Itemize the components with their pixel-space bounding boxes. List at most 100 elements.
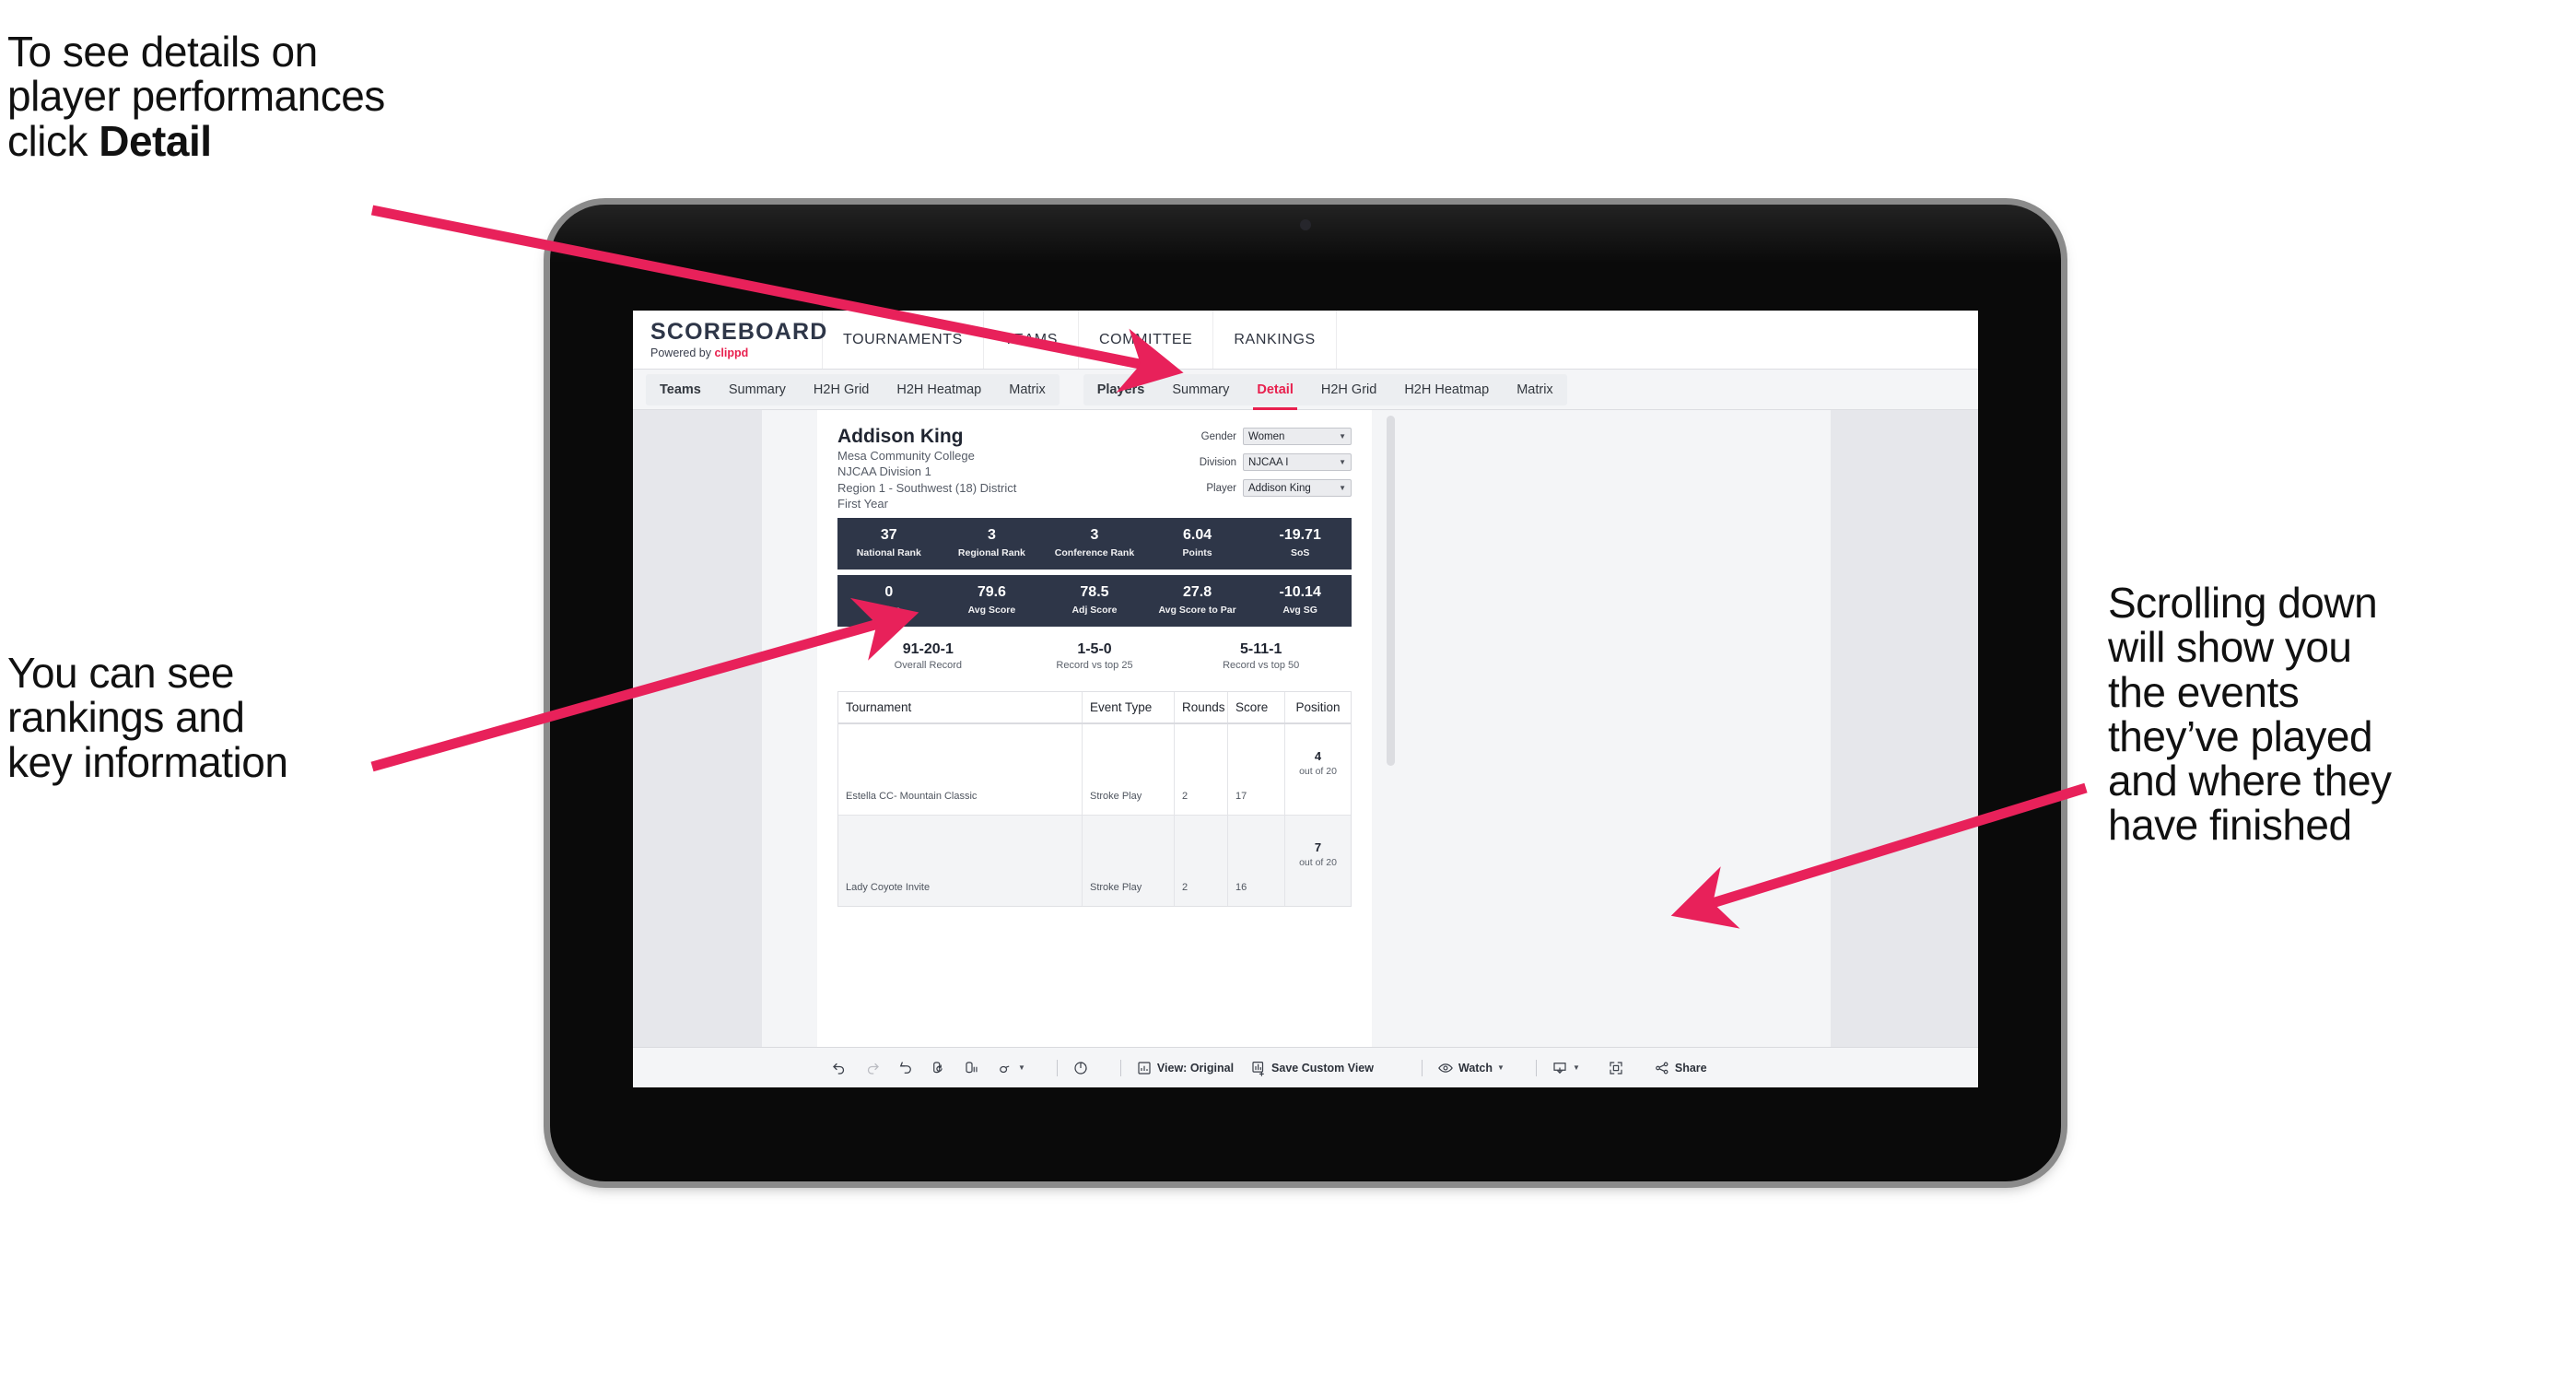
- undo-button[interactable]: [831, 1060, 848, 1076]
- topnav-item-tournaments[interactable]: TOURNAMENTS: [823, 311, 984, 369]
- division-select[interactable]: NJCAA I ▼: [1243, 453, 1352, 471]
- toolbar-divider: [1421, 1059, 1423, 1076]
- record-label: Record vs top 50: [1223, 660, 1300, 672]
- stat-label: Points: [1182, 547, 1212, 559]
- player-select[interactable]: Addison King ▼: [1243, 479, 1352, 497]
- refresh-data-button[interactable]: [931, 1060, 947, 1076]
- redo-button[interactable]: [864, 1060, 881, 1076]
- player-header: Addison King Mesa Community College NJCA…: [837, 425, 1352, 511]
- table-header-row: Tournament Event Type Rounds Score Posit…: [838, 692, 1351, 725]
- pause-data-button[interactable]: [964, 1060, 980, 1076]
- column-header-tournament[interactable]: Tournament: [838, 692, 1083, 723]
- division-select-value: NJCAA I: [1248, 456, 1289, 468]
- callout-detail-line3-pre: click: [7, 116, 100, 165]
- revert-button[interactable]: [897, 1060, 914, 1076]
- stat-avg-score: 79.6 Avg Score: [941, 584, 1044, 617]
- subnav-item-teams-summary[interactable]: Summary: [715, 374, 800, 405]
- callout-scroll-line2: will show you: [2108, 623, 2352, 672]
- player-college: Mesa Community College: [837, 449, 975, 464]
- subnav-item-teams[interactable]: Teams: [646, 374, 715, 405]
- save-custom-view-label: Save Custom View: [1271, 1061, 1374, 1075]
- record-value: 1-5-0: [1077, 640, 1112, 657]
- stat-label: Regional Rank: [957, 547, 1025, 559]
- pan-tool-button[interactable]: ▼: [997, 1060, 1025, 1076]
- share-button[interactable]: Share: [1654, 1060, 1707, 1076]
- subnav-item-teams-matrix[interactable]: Matrix: [995, 374, 1059, 405]
- stat-value: 0: [884, 584, 894, 601]
- subnav-item-teams-h2h-heatmap[interactable]: H2H Heatmap: [883, 374, 995, 405]
- record-value: 91-20-1: [902, 640, 954, 657]
- save-custom-view-icon: [1252, 1061, 1264, 1076]
- callout-detail-line1: To see details on: [7, 28, 318, 76]
- stat-value: 79.6: [977, 584, 1006, 601]
- subnav-item-players-h2h-heatmap[interactable]: H2H Heatmap: [1390, 374, 1503, 405]
- top-navigation: TOURNAMENTS TEAMS COMMITTEE RANKINGS: [823, 311, 1337, 369]
- stat-value: 27.8: [1183, 584, 1212, 601]
- cell-tournament: Lady Coyote Invite: [838, 816, 1083, 907]
- subnav-item-players-summary[interactable]: Summary: [1158, 374, 1243, 405]
- subnav-item-players-matrix[interactable]: Matrix: [1503, 374, 1566, 405]
- filter-row-gender: Gender Women ▼: [1200, 428, 1352, 445]
- subnav-teams-group: Teams Summary H2H Grid H2H Heatmap Matri…: [646, 373, 1060, 405]
- brand-powered-prefix: Powered by: [650, 346, 715, 359]
- watch-button[interactable]: Watch ▼: [1437, 1060, 1505, 1076]
- subnav-item-players-h2h-grid[interactable]: H2H Grid: [1307, 374, 1390, 405]
- chevron-down-icon: ▼: [1497, 1063, 1505, 1072]
- app-sub-navigation: Teams Summary H2H Grid H2H Heatmap Matri…: [633, 370, 1978, 410]
- tablet-camera: [1300, 219, 1311, 230]
- callout-scroll-line4: they’ve played: [2108, 711, 2373, 760]
- stat-value: 3: [987, 527, 996, 544]
- table-row[interactable]: Lady Coyote Invite Stroke Play 2 16 7 ou…: [838, 816, 1351, 907]
- subnav-item-teams-h2h-grid[interactable]: H2H Grid: [800, 374, 883, 405]
- filter-panel: Gender Women ▼ Division NJCAA I ▼ Player…: [1200, 425, 1352, 497]
- scrollbar-thumb[interactable]: [1387, 416, 1395, 766]
- events-table: Tournament Event Type Rounds Score Posit…: [837, 691, 1352, 908]
- subnav-item-players[interactable]: Players: [1083, 374, 1159, 405]
- save-custom-view-button[interactable]: Save Custom View: [1250, 1060, 1374, 1076]
- stat-label: Wins: [877, 605, 901, 617]
- position-label: out of 20: [1299, 765, 1337, 777]
- topnav-item-rankings[interactable]: RANKINGS: [1213, 311, 1337, 369]
- gender-select[interactable]: Women ▼: [1243, 428, 1352, 445]
- brand-powered-by: Powered by clippd: [650, 346, 822, 359]
- cell-score: 17: [1228, 724, 1285, 816]
- table-row[interactable]: Estella CC- Mountain Classic Stroke Play…: [838, 724, 1351, 816]
- subnav-item-players-detail[interactable]: Detail: [1243, 374, 1307, 410]
- subnav-players-group: Players Summary Detail H2H Grid H2H Heat…: [1083, 373, 1567, 410]
- chevron-down-icon: ▼: [1572, 1063, 1580, 1072]
- toolbar-divider: [1056, 1059, 1058, 1076]
- filter-row-division: Division NJCAA I ▼: [1200, 453, 1352, 471]
- show-me-button[interactable]: [1072, 1060, 1089, 1076]
- column-header-event-type[interactable]: Event Type: [1083, 692, 1175, 723]
- column-header-position[interactable]: Position: [1285, 692, 1351, 722]
- stats-bar-rankings: 37 National Rank 3 Regional Rank 3 Confe…: [837, 517, 1352, 570]
- topnav-item-committee[interactable]: COMMITTEE: [1079, 311, 1214, 369]
- column-header-score[interactable]: Score: [1228, 692, 1285, 723]
- callout-scroll: Scrolling down will show you the events …: [2108, 581, 2550, 848]
- column-header-rounds[interactable]: Rounds: [1175, 692, 1228, 723]
- callout-scroll-line1: Scrolling down: [2108, 579, 2378, 627]
- stat-value: -10.14: [1279, 584, 1321, 601]
- fullscreen-button[interactable]: [1608, 1060, 1624, 1076]
- filter-label-player: Player: [1206, 482, 1236, 494]
- record-vs-top-50: 5-11-1 Record vs top 50: [1177, 641, 1344, 672]
- topnav-item-teams[interactable]: TEAMS: [984, 311, 1079, 369]
- watch-label: Watch: [1458, 1061, 1493, 1075]
- stat-label: Avg Score to Par: [1158, 605, 1236, 617]
- filter-row-player: Player Addison King ▼: [1200, 479, 1352, 497]
- view-original-button[interactable]: View: Original: [1136, 1060, 1234, 1076]
- position-value: 7: [1314, 840, 1322, 855]
- player-region: Region 1 - Southwest (18) District: [837, 480, 1017, 495]
- download-icon: [1553, 1062, 1566, 1074]
- stats-bar-scoring: 0 Wins 79.6 Avg Score 78.5 Adj Score 27.…: [837, 574, 1352, 627]
- download-button[interactable]: ▼: [1551, 1060, 1580, 1076]
- cell-event-type: Stroke Play: [1083, 724, 1175, 816]
- pan-tool-icon: [1000, 1065, 1010, 1073]
- brand-logo[interactable]: SCOREBOARD Powered by clippd: [633, 311, 826, 369]
- callout-scroll-line3: the events: [2108, 667, 2300, 716]
- record-overall: 91-20-1 Overall Record: [845, 641, 1012, 672]
- view-original-label: View: Original: [1156, 1061, 1235, 1075]
- eye-icon: [1438, 1063, 1453, 1073]
- vertical-scrollbar[interactable]: [1387, 410, 1395, 1047]
- dashboard-sheet: Addison King Mesa Community College NJCA…: [762, 410, 1831, 1047]
